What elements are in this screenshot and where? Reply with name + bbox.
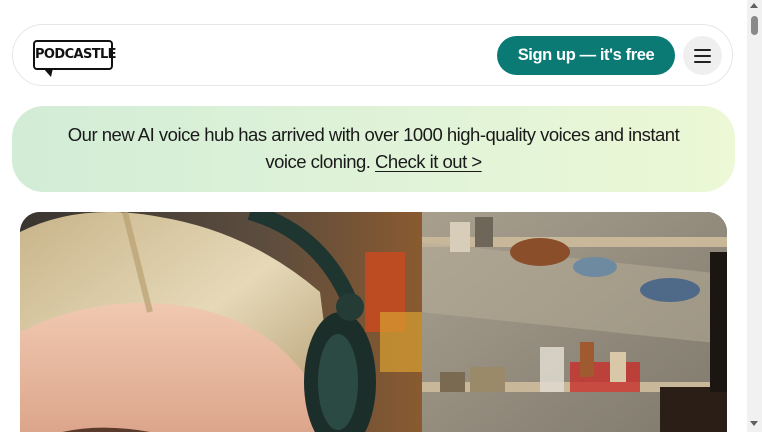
scroll-up-arrow-icon[interactable] (750, 3, 758, 8)
hamburger-menu-icon[interactable] (683, 36, 722, 75)
site-header: PODCASTLE Sign up — it's free (12, 24, 733, 86)
hero-photo (20, 212, 727, 432)
logo-frame: PODCASTLE (33, 40, 117, 70)
page: PODCASTLE Sign up — it's free Our new AI… (0, 0, 747, 432)
podcastle-logo[interactable]: PODCASTLE (33, 40, 117, 78)
vertical-scrollbar[interactable] (747, 0, 762, 432)
menu-line (694, 61, 711, 63)
menu-line (694, 49, 711, 51)
check-it-out-link[interactable]: Check it out > (375, 151, 482, 172)
scroll-down-arrow-icon[interactable] (750, 421, 758, 426)
speech-bubble-tail-icon (43, 68, 53, 77)
menu-line (694, 55, 711, 57)
scrollbar-thumb[interactable] (751, 16, 758, 35)
banner-text: Our new AI voice hub has arrived with ov… (67, 124, 680, 172)
signup-button[interactable]: Sign up — it's free (497, 36, 675, 75)
logo-text: PODCASTLE (35, 47, 117, 62)
hero-image (20, 212, 727, 432)
announcement-banner: Our new AI voice hub has arrived with ov… (12, 106, 735, 192)
